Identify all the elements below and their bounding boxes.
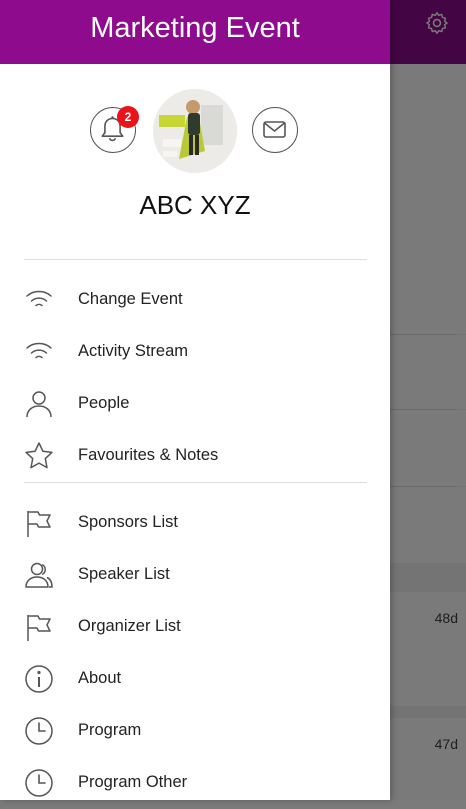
clock-icon <box>25 717 53 745</box>
menu-item-sponsors-list[interactable]: Sponsors List <box>0 497 390 549</box>
messages-button[interactable] <box>252 107 298 153</box>
mail-icon <box>263 121 286 138</box>
notification-count-badge: 2 <box>117 106 139 128</box>
menu-item-activity-stream[interactable]: Activity Stream <box>0 326 390 378</box>
info-icon <box>25 665 53 693</box>
drawer-header: Marketing Event <box>0 0 390 64</box>
menu-item-label: Speaker List <box>78 565 170 583</box>
star-icon <box>25 442 53 469</box>
avatar-image <box>153 89 237 173</box>
page-title: Marketing Event <box>90 12 300 44</box>
menu-item-change-event[interactable]: Change Event <box>0 274 390 326</box>
flag-icon <box>27 511 51 537</box>
wifi-icon <box>26 342 52 359</box>
people-icon <box>25 562 53 588</box>
menu-item-label: Program Other <box>78 773 188 791</box>
menu-item-people[interactable]: People <box>0 378 390 430</box>
wifi-icon <box>26 290 52 307</box>
avatar[interactable] <box>153 89 237 173</box>
menu-item-about[interactable]: About <box>0 653 390 705</box>
menu-item-organizer-list[interactable]: Organizer List <box>0 601 390 653</box>
menu-item-label: Change Event <box>78 290 183 308</box>
menu-item-label: Sponsors List <box>78 513 178 531</box>
divider <box>24 482 367 483</box>
menu-item-favourites-notes[interactable]: Favourites & Notes <box>0 430 390 482</box>
menu-item-label: Activity Stream <box>78 342 189 360</box>
menu-item-program[interactable]: Program <box>0 705 390 757</box>
menu-item-program-other[interactable]: Program Other <box>0 757 390 809</box>
person-icon <box>26 391 52 418</box>
divider <box>24 259 367 260</box>
flag-icon <box>27 615 51 641</box>
menu-item-speaker-list[interactable]: Speaker List <box>0 549 390 601</box>
menu-item-label: People <box>78 394 130 412</box>
menu-item-label: Favourites & Notes <box>78 446 219 464</box>
menu-item-label: Program <box>78 721 142 739</box>
menu-item-label: About <box>78 669 122 687</box>
user-name: ABC XYZ <box>139 190 251 220</box>
navigation-drawer: Marketing Event 2 ABC XYZ Change Event A… <box>0 0 390 800</box>
menu-item-label: Organizer List <box>78 617 181 635</box>
clock-icon <box>25 769 53 797</box>
